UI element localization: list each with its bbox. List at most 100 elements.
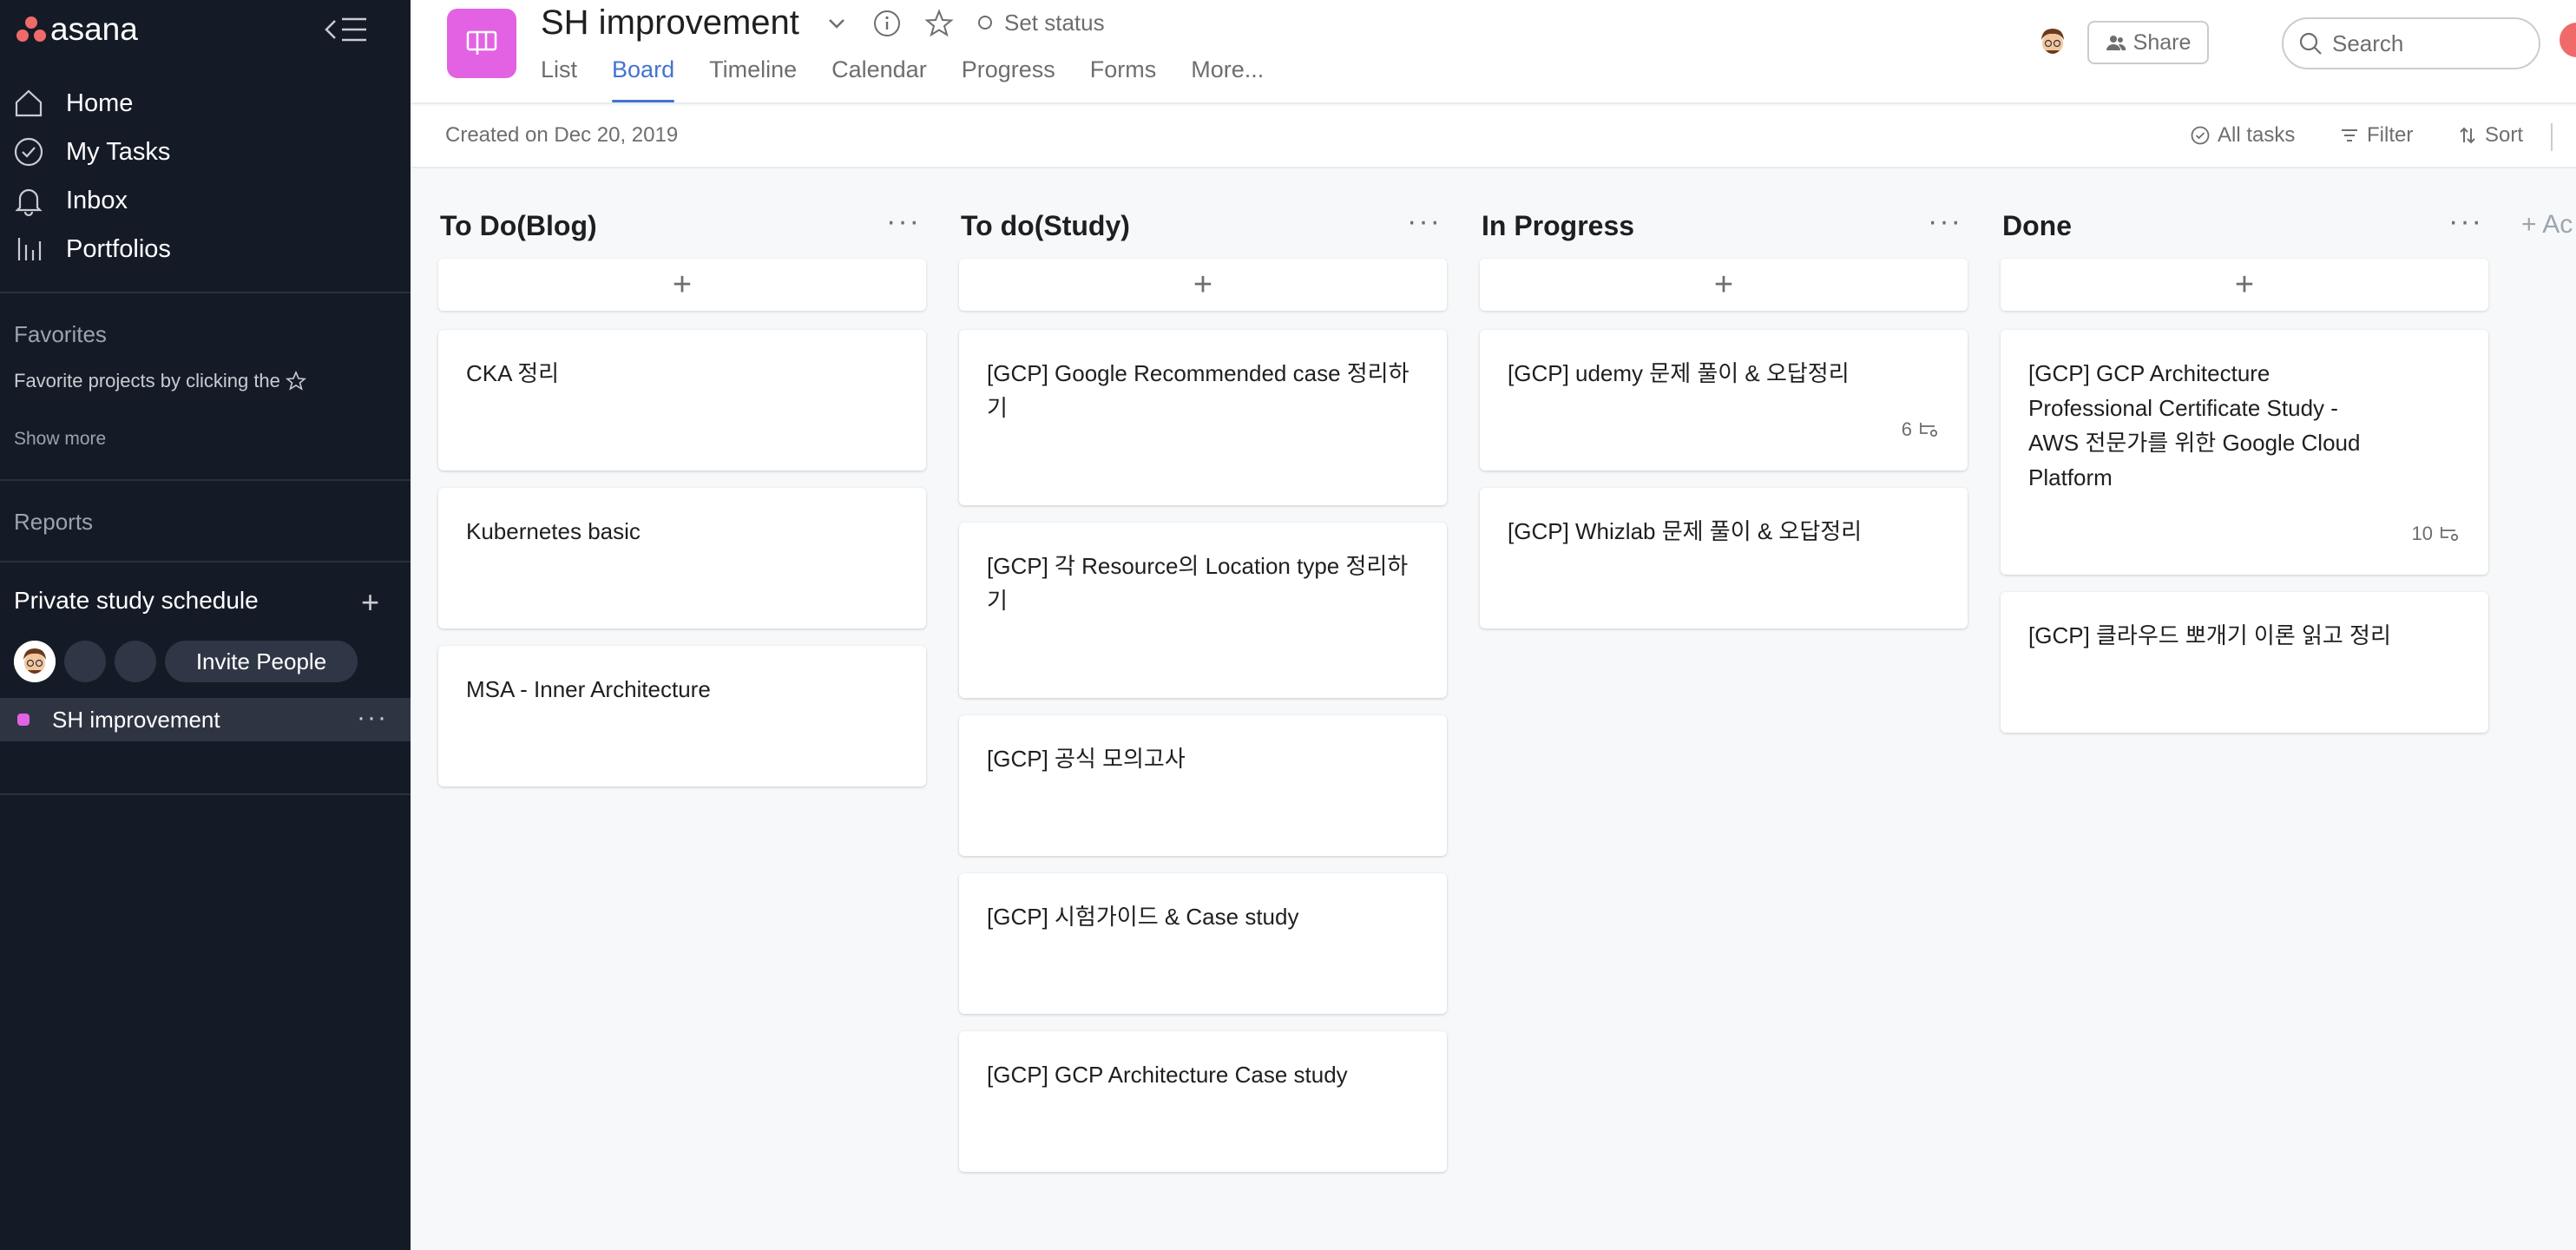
avatar[interactable] (14, 641, 56, 682)
avatar-placeholder (64, 641, 106, 682)
nav-label: My Tasks (66, 137, 171, 166)
task-title: CKA 정리 (466, 360, 560, 386)
collapse-sidebar-icon[interactable] (321, 12, 371, 47)
filter-button[interactable]: Filter (2339, 123, 2413, 148)
tab-board[interactable]: Board (612, 54, 675, 102)
upgrade-button[interactable] (2560, 23, 2576, 57)
favorites-hint-text: Favorite projects by clicking the (14, 370, 280, 391)
sort-icon (2460, 127, 2475, 144)
sidebar-divider (0, 292, 411, 293)
task-card[interactable]: [GCP] 공식 모의고사 (959, 715, 1447, 856)
team-name[interactable]: Private study schedule (14, 587, 259, 615)
sidebar-item-sh-improvement[interactable]: SH improvement ··· (0, 698, 411, 741)
tab-calendar[interactable]: Calendar (831, 54, 927, 102)
favorites-hint: Favorite projects by clicking the (14, 370, 306, 392)
reports-heading[interactable]: Reports (14, 509, 93, 536)
all-tasks-button[interactable]: All tasks (2190, 123, 2295, 148)
subtask-count[interactable]: 10 (2412, 523, 2461, 545)
subtask-count[interactable]: 6 (1902, 418, 1940, 441)
more-icon[interactable]: ··· (886, 205, 921, 239)
add-task-button[interactable]: + (438, 259, 926, 311)
task-card[interactable]: [GCP] 시험가이드 & Case study (959, 873, 1447, 1014)
avatar[interactable] (2032, 21, 2073, 62)
search-icon (2299, 32, 2322, 55)
more-icon[interactable]: ··· (1407, 205, 1442, 239)
filter-icon (2342, 129, 2357, 141)
nav-inbox[interactable]: Inbox (12, 181, 128, 220)
set-status-button[interactable]: Set status (978, 7, 1105, 38)
tab-timeline[interactable]: Timeline (709, 54, 797, 102)
star-icon[interactable] (924, 9, 954, 38)
people-icon (2106, 36, 2126, 50)
star-icon (285, 371, 306, 391)
more-icon[interactable]: ··· (2448, 205, 2483, 239)
add-section-button[interactable]: + Ac (2521, 210, 2573, 240)
task-title: [GCP] GCP Architecture Case study (987, 1062, 1348, 1088)
tab-list[interactable]: List (541, 54, 577, 102)
info-icon[interactable] (872, 9, 902, 38)
asana-logo-icon (16, 16, 47, 43)
show-more-link[interactable]: Show more (14, 429, 106, 450)
sidebar-divider (0, 479, 411, 481)
nav-portfolios[interactable]: Portfolios (12, 229, 171, 269)
task-card[interactable]: [GCP] Whizlab 문제 풀이 & 오답정리 (1480, 488, 1968, 628)
asana-logo[interactable]: asana (16, 11, 138, 47)
task-title: [GCP] 시험가이드 & Case study (987, 904, 1299, 930)
task-title: [GCP] Google Recommended case 정리하기 (987, 360, 1410, 421)
sidebar: asana Home My Tasks Inbox Portfolios Fav… (0, 0, 411, 1250)
add-task-button[interactable]: + (959, 259, 1447, 311)
task-card[interactable]: CKA 정리 (438, 330, 926, 470)
task-card[interactable]: [GCP] 각 Resource의 Location type 정리하기 (959, 523, 1447, 698)
sidebar-divider (0, 793, 411, 795)
search-input[interactable] (2332, 30, 2523, 57)
bar-chart-icon (17, 238, 42, 260)
avatar-placeholder (115, 641, 156, 682)
task-card[interactable]: MSA - Inner Architecture (438, 646, 926, 786)
check-circle-icon (14, 137, 43, 167)
project-icon[interactable] (447, 9, 516, 78)
more-icon[interactable]: ··· (357, 703, 388, 733)
top-bar: SH improvement Set status List Board Tim… (411, 0, 2576, 104)
nav-label: Home (66, 89, 134, 117)
task-title: [GCP] udemy 문제 풀이 & 오답정리 (1508, 360, 1850, 386)
sidebar-divider (0, 561, 411, 562)
task-title: [GCP] 공식 모의고사 (987, 746, 1186, 772)
task-card[interactable]: [GCP] Google Recommended case 정리하기 (959, 330, 1447, 505)
plus-icon: + (1713, 266, 1734, 303)
add-task-button[interactable]: + (1480, 259, 1968, 311)
task-card[interactable]: [GCP] GCP Architecture Professional Cert… (2001, 330, 2488, 575)
task-title: MSA - Inner Architecture (466, 676, 711, 702)
view-tabs: List Board Timeline Calendar Progress Fo… (541, 54, 1298, 102)
task-title: [GCP] 클라우드 뽀개기 이론 읽고 정리 (2028, 622, 2391, 648)
add-project-icon[interactable]: + (361, 587, 379, 618)
share-button[interactable]: Share (2087, 21, 2209, 64)
more-icon[interactable]: ··· (1928, 205, 1962, 239)
column-title[interactable]: To Do(Blog) (440, 210, 597, 242)
tab-forms[interactable]: Forms (1090, 54, 1157, 102)
tab-progress[interactable]: Progress (962, 54, 1055, 102)
logo-text: asana (50, 11, 138, 47)
task-card[interactable]: [GCP] 클라우드 뽀개기 이론 읽고 정리 (2001, 592, 2488, 733)
column-title[interactable]: To do(Study) (961, 210, 1130, 242)
add-task-button[interactable]: + (2001, 259, 2488, 311)
sort-label: Sort (2485, 123, 2524, 147)
nav-home[interactable]: Home (12, 83, 133, 123)
project-name: SH improvement (52, 706, 220, 733)
tab-more[interactable]: More... (1191, 54, 1264, 102)
nav-my-tasks[interactable]: My Tasks (12, 132, 170, 172)
sort-button[interactable]: Sort (2457, 123, 2523, 148)
column-title[interactable]: Done (2002, 210, 2072, 242)
column-title[interactable]: In Progress (1482, 210, 1634, 242)
search-field[interactable] (2282, 17, 2540, 69)
task-card[interactable]: [GCP] udemy 문제 풀이 & 오답정리 6 (1480, 330, 1968, 470)
subtask-count-value: 10 (2411, 523, 2433, 544)
favorites-heading[interactable]: Favorites (14, 321, 107, 348)
all-tasks-label: All tasks (2218, 123, 2296, 147)
page-title[interactable]: SH improvement (541, 0, 799, 45)
task-card[interactable]: Kubernetes basic (438, 488, 926, 628)
task-title: Kubernetes basic (466, 518, 641, 544)
invite-people-button[interactable]: Invite People (165, 641, 358, 682)
chevron-down-icon[interactable] (822, 9, 851, 38)
task-card[interactable]: [GCP] GCP Architecture Case study (959, 1031, 1447, 1172)
project-color-dot (17, 714, 30, 726)
